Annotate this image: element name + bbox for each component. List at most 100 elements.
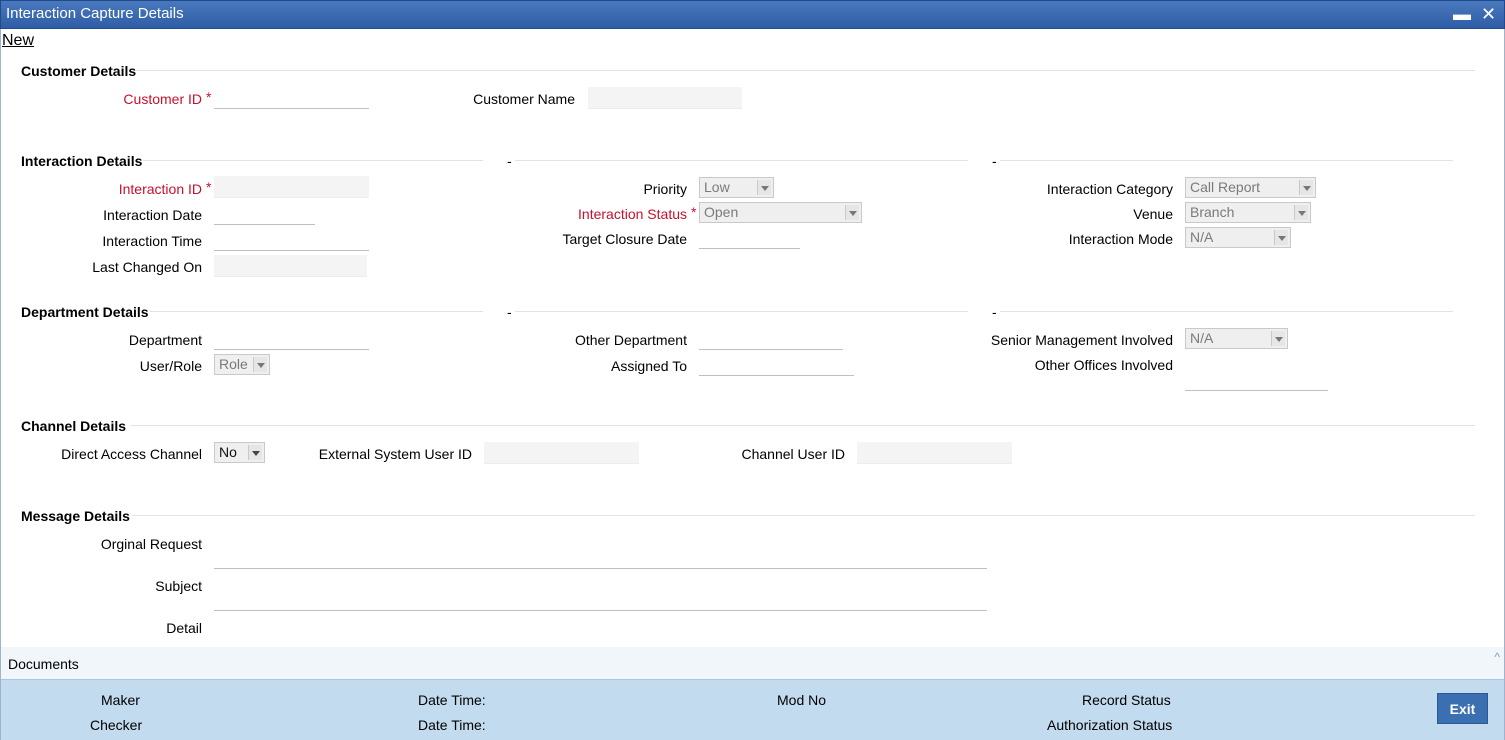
direct-access-label: Direct Access Channel — [61, 446, 202, 462]
other-offices-label: Other Offices Involved — [1034, 357, 1173, 373]
other-offices-input[interactable] — [1185, 369, 1328, 391]
close-icon[interactable]: ✕ — [1481, 4, 1496, 24]
interaction-details-heading: Interaction Details — [21, 153, 143, 169]
divider — [150, 311, 483, 312]
senior-management-value: N/A — [1190, 330, 1214, 346]
interaction-id-label: Interaction ID — [118, 181, 202, 197]
collapse-caret-icon[interactable]: ^ — [1494, 650, 1500, 664]
channel-details-heading: Channel Details — [21, 418, 127, 434]
other-department-input[interactable] — [699, 328, 843, 350]
channel-user-id-field — [857, 442, 1012, 464]
record-status-label: Record Status — [1082, 692, 1171, 708]
interaction-time-label: Interaction Time — [102, 233, 202, 249]
documents-bar: Documents ^ — [1, 647, 1504, 679]
divider — [515, 160, 968, 161]
column-separator: - — [507, 304, 512, 320]
external-user-id-label: External System User ID — [318, 446, 472, 462]
divider — [135, 70, 1475, 71]
last-changed-field — [214, 255, 367, 277]
department-input[interactable] — [214, 328, 369, 350]
user-role-label: User/Role — [139, 358, 202, 374]
department-label: Department — [128, 332, 202, 348]
chevron-down-icon — [1271, 331, 1285, 346]
required-mark: * — [206, 89, 212, 105]
column-separator: - — [507, 153, 512, 169]
priority-value: Low — [704, 179, 730, 195]
department-details-heading: Department Details — [21, 304, 149, 320]
original-request-input[interactable] — [214, 547, 987, 569]
interaction-date-input[interactable] — [214, 203, 315, 225]
interaction-status-select[interactable]: Open — [699, 202, 862, 223]
mod-no-label: Mod No — [777, 692, 827, 708]
required-mark: * — [691, 204, 697, 220]
chevron-down-icon — [757, 180, 771, 195]
customer-name-field — [588, 87, 742, 109]
authorization-status-label: Authorization Status — [1047, 717, 1173, 733]
divider — [1000, 311, 1453, 312]
detail-label: Detail — [166, 620, 202, 636]
assigned-to-label: Assigned To — [610, 358, 687, 374]
chevron-down-icon — [253, 357, 267, 372]
chevron-down-icon — [1299, 180, 1313, 195]
interaction-category-select[interactable]: Call Report — [1185, 177, 1316, 198]
user-role-value: Role — [219, 356, 248, 372]
subject-label: Subject — [155, 578, 202, 594]
interaction-date-label: Interaction Date — [103, 207, 202, 223]
divider — [130, 425, 1475, 426]
senior-management-label: Senior Management Involved — [990, 332, 1173, 348]
assigned-to-input[interactable] — [699, 354, 854, 376]
other-department-label: Other Department — [574, 332, 687, 348]
interaction-mode-label: Interaction Mode — [1068, 231, 1173, 247]
priority-select[interactable]: Low — [699, 177, 774, 198]
divider — [132, 515, 1475, 516]
window-title: Interaction Capture Details — [6, 5, 184, 22]
last-changed-label: Last Changed On — [92, 259, 202, 275]
customer-id-label: Customer ID — [123, 91, 202, 107]
documents-link[interactable]: Documents — [8, 656, 79, 672]
divider — [1000, 160, 1453, 161]
message-details-heading: Message Details — [21, 508, 130, 524]
interaction-mode-select[interactable]: N/A — [1185, 227, 1291, 248]
chevron-down-icon — [1294, 205, 1308, 220]
chevron-down-icon — [1274, 230, 1288, 245]
column-separator: - — [992, 304, 997, 320]
venue-label: Venue — [1133, 206, 1173, 222]
venue-select[interactable]: Branch — [1185, 202, 1311, 223]
interaction-status-value: Open — [704, 204, 739, 220]
window-titlebar: Interaction Capture Details ▬ ✕ — [0, 0, 1505, 29]
column-separator: - — [992, 153, 997, 169]
interaction-time-input[interactable] — [214, 229, 369, 251]
subject-input[interactable] — [214, 589, 987, 611]
chevron-down-icon — [845, 205, 859, 220]
interaction-id-field — [214, 176, 369, 198]
customer-name-label: Customer Name — [473, 91, 575, 107]
minimize-icon[interactable]: ▬ — [1453, 4, 1471, 24]
target-closure-label: Target Closure Date — [562, 231, 687, 247]
direct-access-select[interactable]: No — [214, 442, 265, 463]
customer-id-input[interactable] — [214, 87, 369, 109]
external-user-id-field — [484, 442, 639, 464]
interaction-category-value: Call Report — [1190, 179, 1261, 195]
channel-user-id-label: Channel User ID — [741, 446, 846, 462]
new-link[interactable]: New — [2, 32, 34, 50]
chevron-down-icon — [248, 445, 262, 460]
interaction-mode-value: N/A — [1190, 229, 1214, 245]
target-closure-input[interactable] — [699, 227, 800, 249]
interaction-status-label: Interaction Status — [578, 206, 687, 222]
checker-label: Checker — [90, 717, 143, 733]
direct-access-value: No — [219, 444, 237, 460]
venue-value: Branch — [1190, 204, 1235, 220]
divider — [143, 160, 483, 161]
checker-date-time-label: Date Time: — [418, 717, 486, 733]
user-role-select[interactable]: Role — [214, 354, 270, 375]
senior-management-select[interactable]: N/A — [1185, 328, 1288, 349]
required-mark: * — [206, 179, 212, 195]
maker-label: Maker — [101, 692, 140, 708]
priority-label: Priority — [643, 181, 687, 197]
audit-footer — [1, 679, 1504, 740]
interaction-category-label: Interaction Category — [1046, 181, 1173, 197]
exit-button[interactable]: Exit — [1437, 693, 1488, 724]
maker-date-time-label: Date Time: — [418, 692, 486, 708]
original-request-label: Orginal Request — [100, 536, 202, 552]
customer-details-heading: Customer Details — [21, 63, 137, 79]
